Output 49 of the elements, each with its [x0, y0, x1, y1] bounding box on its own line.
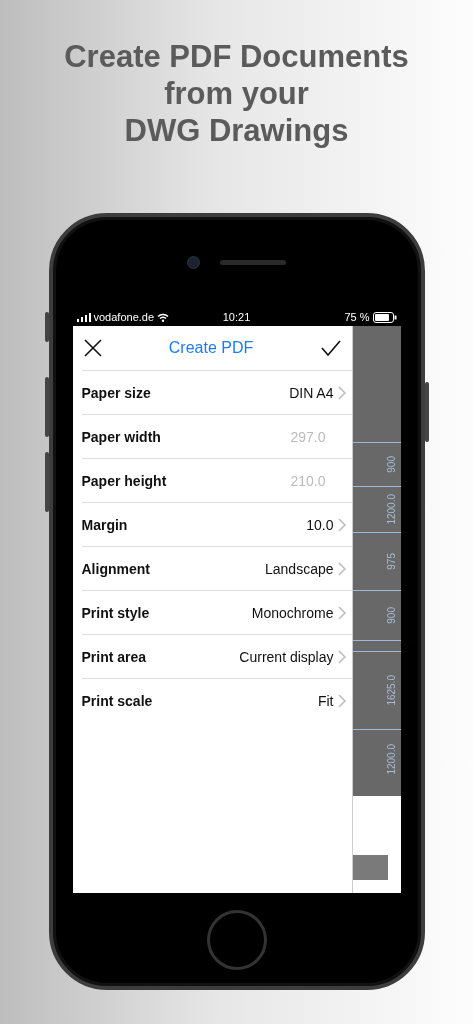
setting-value: DIN A4 [289, 384, 334, 401]
headline: Create PDF Documents [64, 38, 409, 75]
drawing-shape [352, 855, 388, 880]
dimension-label: 900 [385, 607, 397, 624]
clock: 10:21 [222, 311, 251, 323]
chevron-icon [337, 561, 346, 576]
settings-row[interactable]: Alignment Landscape [81, 546, 352, 590]
settings-row[interactable]: Margin 10.0 [81, 502, 352, 546]
speaker-grille [220, 260, 286, 265]
chevron-icon [337, 517, 346, 532]
confirm-button[interactable] [319, 339, 342, 357]
battery-icon [372, 311, 397, 323]
headline: DWG Drawings [123, 112, 350, 149]
setting-label: Paper width [81, 428, 162, 445]
headline: from your [163, 75, 310, 112]
chevron-icon [337, 649, 346, 664]
signal-icon [76, 312, 91, 322]
setting-value: Fit [317, 692, 334, 709]
dimension-label: 1200.0 [385, 494, 397, 525]
close-button[interactable] [82, 338, 103, 358]
setting-label: Print style [81, 604, 151, 621]
camera-icon [187, 256, 200, 269]
setting-value: 297.0 [290, 428, 326, 445]
setting-value: 10.0 [306, 516, 334, 533]
setting-label: Alignment [81, 560, 151, 577]
settings-row[interactable]: Print style Monochrome [81, 590, 352, 634]
carrier-name: vodafone.de [93, 311, 155, 323]
dimension-label: 1200.0 [385, 743, 397, 775]
setting-value: Current display [239, 648, 334, 665]
setting-value: Monochrome [251, 604, 334, 621]
setting-value: 210.0 [290, 472, 326, 489]
setting-label: Paper size [81, 384, 152, 401]
setting-label: Margin [81, 516, 129, 533]
dimension-label: 900 [385, 456, 397, 473]
battery-percent: 75 % [344, 311, 370, 323]
chevron-icon [337, 605, 346, 620]
chevron-icon [337, 385, 346, 400]
settings-row[interactable]: Paper size DIN A4 [81, 370, 352, 414]
setting-label: Print scale [81, 692, 154, 709]
settings-row[interactable]: Print area Current display [81, 634, 352, 678]
wifi-icon [157, 312, 170, 322]
settings-row[interactable]: Print scale Fit [81, 678, 352, 722]
setting-label: Print area [81, 648, 148, 665]
chevron-icon [337, 693, 346, 708]
dimension-label: 1625.0 [385, 675, 397, 706]
dimension-label: 975 [385, 553, 397, 570]
setting-label: Paper height [81, 472, 168, 489]
nav-title: Create PDF [168, 339, 254, 357]
setting-value: Landscape [265, 560, 334, 577]
